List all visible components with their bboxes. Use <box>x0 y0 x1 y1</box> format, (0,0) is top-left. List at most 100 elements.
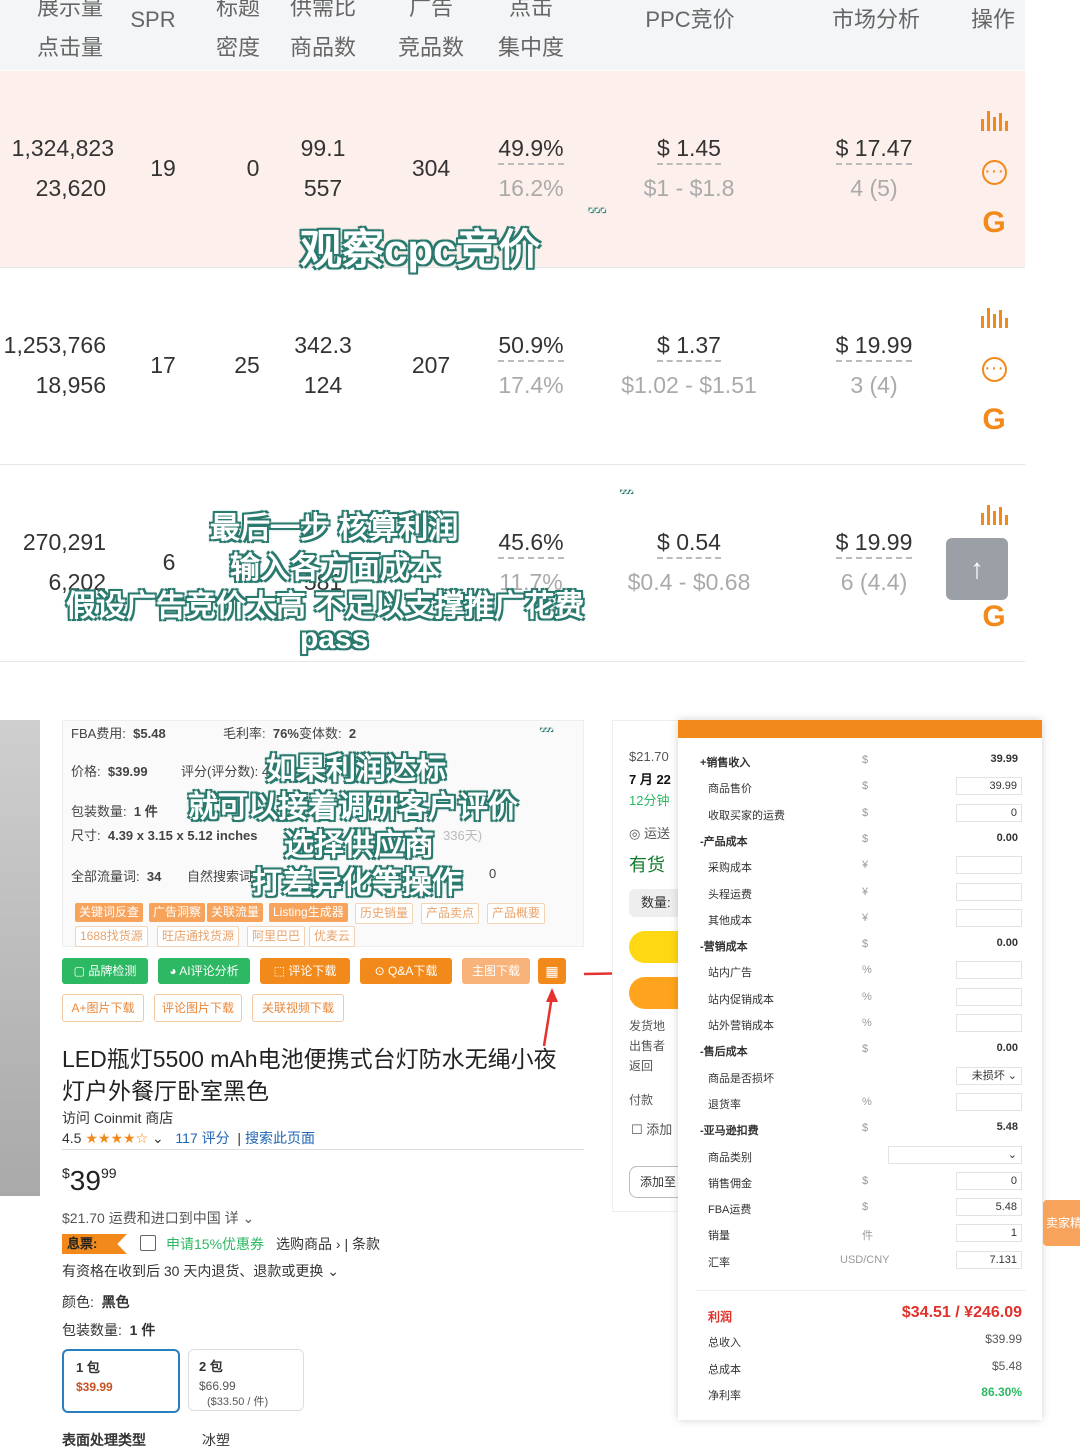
calc-row-unit: $ <box>862 1174 869 1187</box>
tag-ad-insight[interactable]: 广告洞察 <box>149 903 206 922</box>
returns-link[interactable]: 有资格在收到后 30 天内退货、退款或更换 <box>62 1263 323 1279</box>
calc-input[interactable]: 1 <box>956 1224 1022 1243</box>
aplus-download-button[interactable]: A+图片下载 <box>62 994 144 1022</box>
surface-label: 表面处理类型 <box>62 1432 146 1448</box>
mid-ship-link[interactable]: ◎ 运送 <box>629 823 670 842</box>
calc-input[interactable] <box>956 987 1022 1006</box>
header-market[interactable]: 市场分析 <box>818 0 934 40</box>
scroll-to-top-button[interactable]: ↑ <box>946 538 1008 600</box>
calc-row-label: 站内促销成本 <box>708 993 774 1006</box>
google-icon[interactable]: G <box>978 207 1010 239</box>
store-link[interactable]: 访问 Coinmit 商店 <box>62 1108 173 1128</box>
header-ad-competitors[interactable]: 广告 竞品数 <box>388 0 474 68</box>
calc-input[interactable]: 5.48 <box>956 1198 1022 1217</box>
table-row[interactable]: 270,291 6,202 6 581 45.6% 11.7% $ 0.54 $… <box>0 465 1025 662</box>
tag-overview[interactable]: 产品概要 <box>487 903 546 924</box>
header-supply-ratio[interactable]: 供需比 商品数 <box>280 0 366 68</box>
mid-add-text: 添加 <box>646 1122 673 1137</box>
tag-related-traffic[interactable]: 关联流量 <box>207 903 264 922</box>
google-icon[interactable]: G <box>978 601 1010 633</box>
review-count-link[interactable]: 117 评分 <box>175 1130 229 1146</box>
calc-input[interactable]: 7.131 <box>956 1250 1022 1269</box>
table-row[interactable]: 1,253,766 18,956 17 25 342.3 124 207 50.… <box>0 268 1025 465</box>
profit-calculator: +销售收入 $39.99 商品售价 $39.99 收取买家的运费 $0 -产品成本 $0.00… <box>678 720 1042 1420</box>
margin-value: 76% <box>272 726 299 741</box>
annotation-step1: 最后一步 核算利润 <box>210 512 459 545</box>
header-title-density[interactable]: 标题 密度 <box>200 0 276 68</box>
pack-option-2[interactable]: 2 包 $66.99 ($33.50 / 件) <box>188 1349 304 1411</box>
calc-input[interactable]: 39.99 <box>956 777 1022 796</box>
divider <box>696 1290 1026 1291</box>
tag-wangdiantong[interactable]: 旺店通找货源 <box>157 926 240 947</box>
header-click-concentration[interactable]: 点击 集中度 <box>488 0 574 68</box>
market-price-value[interactable]: $ 19.99 <box>835 529 913 559</box>
more-icon[interactable]: ··· <box>978 157 1010 189</box>
header-ppc[interactable]: PPC竞价 <box>630 0 750 40</box>
calc-input[interactable] <box>956 908 1022 927</box>
tag-keyword-reverse[interactable]: 关键词反查 <box>75 903 144 922</box>
header-spr[interactable]: SPR <box>118 0 188 40</box>
calc-row-unit: $ <box>862 832 869 845</box>
pack-option-1[interactable]: 1 包 $39.99 <box>62 1349 180 1413</box>
click-concentration-value[interactable]: 45.6% <box>498 529 564 559</box>
more-icon[interactable]: ··· <box>978 354 1010 386</box>
calc-input[interactable] <box>956 1092 1022 1111</box>
coupon-links[interactable]: 选购商品 › | 条款 <box>276 1234 380 1254</box>
ppc-bid-value[interactable]: $ 1.37 <box>657 332 721 362</box>
calc-input[interactable] <box>956 1014 1022 1032</box>
market-price-value[interactable]: $ 19.99 <box>835 332 913 362</box>
calc-input[interactable] <box>956 961 1022 980</box>
organic-value: 0 <box>489 866 497 881</box>
calc-row-label: -售后成本 <box>700 1046 748 1059</box>
tag-youmaiyun[interactable]: 优麦云 <box>309 926 356 947</box>
pack-title: 2 包 <box>199 1359 223 1374</box>
tag-1688[interactable]: 1688找货源 <box>75 926 148 947</box>
calc-input[interactable] <box>956 882 1022 901</box>
variants-value: 2 <box>348 726 357 741</box>
search-page-link[interactable]: 搜索此页面 <box>245 1130 315 1146</box>
ppc-bid-value[interactable]: $ 0.54 <box>657 529 721 559</box>
title-density-value: 25 <box>234 352 260 378</box>
calc-input[interactable]: 0 <box>956 803 1022 822</box>
calc-input[interactable]: 0 <box>956 1171 1022 1190</box>
calc-input[interactable]: 未损坏 ⌄ <box>956 1066 1022 1085</box>
main-image-download-button[interactable]: 主图下载 <box>462 958 530 984</box>
clicks-value: 23,620 <box>35 175 106 201</box>
video-download-button[interactable]: 关联视频下载 <box>252 994 344 1022</box>
header-line: 商品数 <box>289 35 356 60</box>
bar-chart-icon[interactable] <box>978 105 1010 137</box>
bar-chart-icon[interactable] <box>978 499 1010 531</box>
review-download-button[interactable]: ⬚ 评论下载 <box>260 958 350 984</box>
calc-input[interactable]: ⌄ <box>888 1145 1022 1164</box>
click-concentration-value[interactable]: 50.9% <box>498 332 564 362</box>
add-to-cart-button[interactable] <box>629 931 681 963</box>
mid-add-option[interactable]: ☐ 添加 <box>631 1119 672 1138</box>
coupon-checkbox[interactable] <box>140 1235 156 1251</box>
qa-download-button[interactable]: ⊙ Q&A下载 <box>360 958 452 984</box>
header-line: 集中度 <box>497 35 564 60</box>
market-price-value[interactable]: $ 17.47 <box>835 135 913 165</box>
impressions-value: 270,291 <box>22 529 106 555</box>
pack-title: 1 包 <box>76 1360 100 1375</box>
tag-listing-generator[interactable]: Listing生成器 <box>269 903 348 922</box>
spr-value: 6 <box>162 549 176 575</box>
buy-now-button[interactable] <box>629 977 681 1009</box>
ppc-bid-value[interactable]: $ 1.45 <box>657 135 721 165</box>
fba-label: FBA费用: <box>71 726 126 741</box>
calc-input[interactable] <box>956 856 1022 875</box>
brand-check-button[interactable]: ▢ 品牌检测 <box>62 958 148 984</box>
ai-review-button[interactable]: ◕ AI评论分析 <box>158 958 250 984</box>
tag-alibaba[interactable]: 阿里巴巴 <box>247 926 306 947</box>
button-label: AI评论分析 <box>179 964 239 978</box>
quantity-select[interactable]: 数量: <box>629 889 681 917</box>
click-concentration-value[interactable]: 49.9% <box>498 135 564 165</box>
bar-chart-icon[interactable] <box>978 302 1010 334</box>
tag-selling-points[interactable]: 产品卖点 <box>421 903 480 924</box>
tag-history-sales[interactable]: 历史销量 <box>355 903 414 924</box>
seller-sprite-tab[interactable]: 卖家精 <box>1043 1200 1080 1246</box>
google-icon[interactable]: G <box>978 404 1010 436</box>
shipping-text[interactable]: $21.70 运费和进口到中国 详 <box>62 1210 239 1226</box>
add-to-list-button[interactable]: 添加至 <box>629 1166 681 1198</box>
review-image-download-button[interactable]: 评论图片下载 <box>154 994 242 1022</box>
star-rating-icon[interactable]: ★★★★☆ <box>85 1130 148 1146</box>
